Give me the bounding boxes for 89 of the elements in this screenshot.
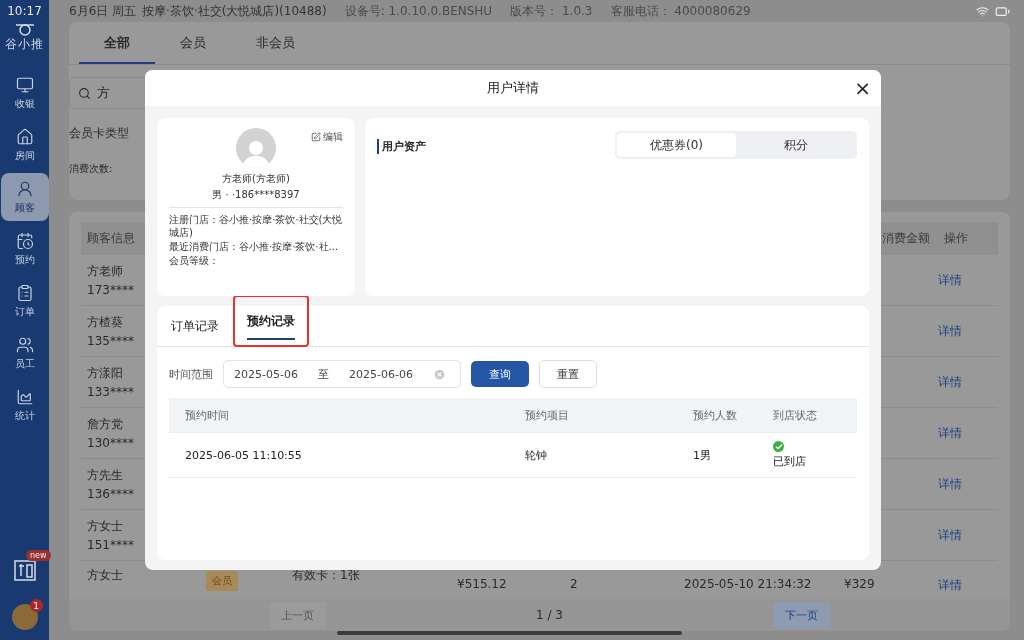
table-cell-text: 2 xyxy=(569,577,579,591)
avatar[interactable] xyxy=(11,604,38,630)
hotline: 客服电话： 4000080629 xyxy=(610,2,751,20)
column-header: 预约时间 xyxy=(185,407,230,423)
table-cell-text: ¥329 xyxy=(843,577,876,591)
tab[interactable]: 会员 xyxy=(155,22,231,64)
sidebar-item[interactable]: 收银 xyxy=(0,69,49,117)
chart-icon xyxy=(15,387,34,406)
customer-name: 方先生 xyxy=(87,467,123,484)
close-button[interactable]: × xyxy=(854,79,871,97)
edit-icon xyxy=(311,132,321,142)
customer-phone: 136**** xyxy=(87,487,134,501)
details-link[interactable]: 详情 xyxy=(938,322,998,340)
sidebar-item[interactable]: 顾客 xyxy=(0,173,49,221)
logo: 谷小推 xyxy=(5,36,44,53)
store-name: 按摩·茶饮·社交(大悦城店)(10488) xyxy=(142,2,327,20)
member-tag: 会员 xyxy=(206,571,238,591)
users-icon xyxy=(15,335,34,354)
customer-phone: 173**** xyxy=(87,283,134,297)
sidebar-item[interactable]: 员工 xyxy=(0,329,49,377)
customer-phone: 130**** xyxy=(87,436,134,450)
column-header: 到店状态 xyxy=(773,407,818,423)
customer-phone: 135**** xyxy=(87,334,134,348)
sidebar-item[interactable]: 统计 xyxy=(0,381,49,429)
column-header: 预约项目 xyxy=(525,407,570,423)
arrival-status: 已到店 xyxy=(773,454,806,469)
customer-name: 方漾阳 xyxy=(87,365,123,382)
details-link[interactable]: 详情 xyxy=(938,577,998,594)
new-badge: new xyxy=(25,550,51,561)
date: 6月6日 周五 xyxy=(69,2,137,20)
customer-name: 詹方党 xyxy=(87,416,123,433)
avatar-placeholder xyxy=(236,128,276,168)
customer-phone: 151**** xyxy=(87,538,134,552)
sidebar-item[interactable]: 订单 xyxy=(0,277,49,325)
next-page-button[interactable]: 下一页 xyxy=(773,601,830,629)
customer-name: 方楂葵 xyxy=(87,314,123,331)
query-button[interactable]: 查询 xyxy=(471,361,529,387)
user-icon xyxy=(15,179,34,198)
house-icon xyxy=(15,127,34,146)
version-number: 版本号： 1.0.3 xyxy=(510,2,593,20)
search-icon xyxy=(78,86,91,100)
section-title: 用户资产 xyxy=(377,139,426,154)
sidebar-item[interactable]: 房间 xyxy=(0,121,49,169)
details-link[interactable]: 详情 xyxy=(938,373,998,391)
promo-icon xyxy=(12,558,37,582)
profile-detail: 注册门店：谷小推·按摩·茶饮·社交(大悦城店) xyxy=(169,213,343,239)
details-link[interactable]: 详情 xyxy=(938,475,998,493)
column-header: 消费金额 xyxy=(882,230,930,247)
tab[interactable]: 预约记录 xyxy=(247,302,295,340)
column-header: 操作 xyxy=(944,230,968,247)
page-indicator: 1 / 3 xyxy=(536,608,563,622)
segment-button[interactable]: 优惠券(0) xyxy=(617,133,736,157)
monitor-icon xyxy=(15,75,34,94)
tab[interactable]: 全部 xyxy=(79,22,155,64)
reset-button[interactable]: 重置 xyxy=(539,360,597,388)
table-cell-text: 2025-05-10 21:34:32 xyxy=(683,577,813,591)
customer-name: 方老师(方老师) xyxy=(222,172,290,186)
tab[interactable]: 订单记录 xyxy=(171,307,219,345)
filter-label: 会员卡类型 xyxy=(69,125,129,142)
table-cell-text: 轮钟 xyxy=(525,447,548,463)
device-number: 设备号: 1.0.10.0.BENSHU xyxy=(344,2,493,20)
clock: 10:17 xyxy=(7,4,42,18)
profile-detail: 最近消费门店：谷小推·按摩·茶饮·社... xyxy=(169,240,340,253)
customer-name: 方女士 xyxy=(87,567,123,584)
clear-icon[interactable] xyxy=(433,367,446,381)
customer-info: 男 · ·186****8397 xyxy=(212,188,300,202)
calendar-icon xyxy=(15,231,34,250)
table-cell-text: ¥515.12 xyxy=(456,577,508,591)
customer-name: 方女士 xyxy=(87,518,123,535)
details-link[interactable]: 详情 xyxy=(938,526,998,544)
clipboard-icon xyxy=(15,283,34,302)
profile-detail: 会员等级： xyxy=(169,254,220,267)
dialog-title: 用户详情 xyxy=(487,79,539,97)
wifi-icon xyxy=(976,4,989,18)
date-range-field[interactable]: 2025-05-06 至 2025-06-06 xyxy=(223,360,461,388)
details-link[interactable]: 详情 xyxy=(938,424,998,442)
filter-label: 时间范围 xyxy=(169,366,213,382)
edit-button[interactable]: 编辑 xyxy=(311,130,343,144)
customer-name: 方老师 xyxy=(87,263,123,280)
details-link[interactable]: 详情 xyxy=(938,271,998,289)
tab[interactable]: 非会员 xyxy=(231,22,320,64)
sidebar-item[interactable]: 预约 xyxy=(0,225,49,273)
table-cell-text: 1男 xyxy=(693,447,712,463)
segment-button[interactable]: 积分 xyxy=(736,133,855,157)
table-cell-text: 2025-06-05 11:10:55 xyxy=(185,448,303,462)
filter-label: 消费次数: xyxy=(69,162,113,176)
column-header: 预约人数 xyxy=(693,407,738,423)
column-header: 顾客信息 xyxy=(87,230,135,247)
customer-phone: 133**** xyxy=(87,385,134,399)
